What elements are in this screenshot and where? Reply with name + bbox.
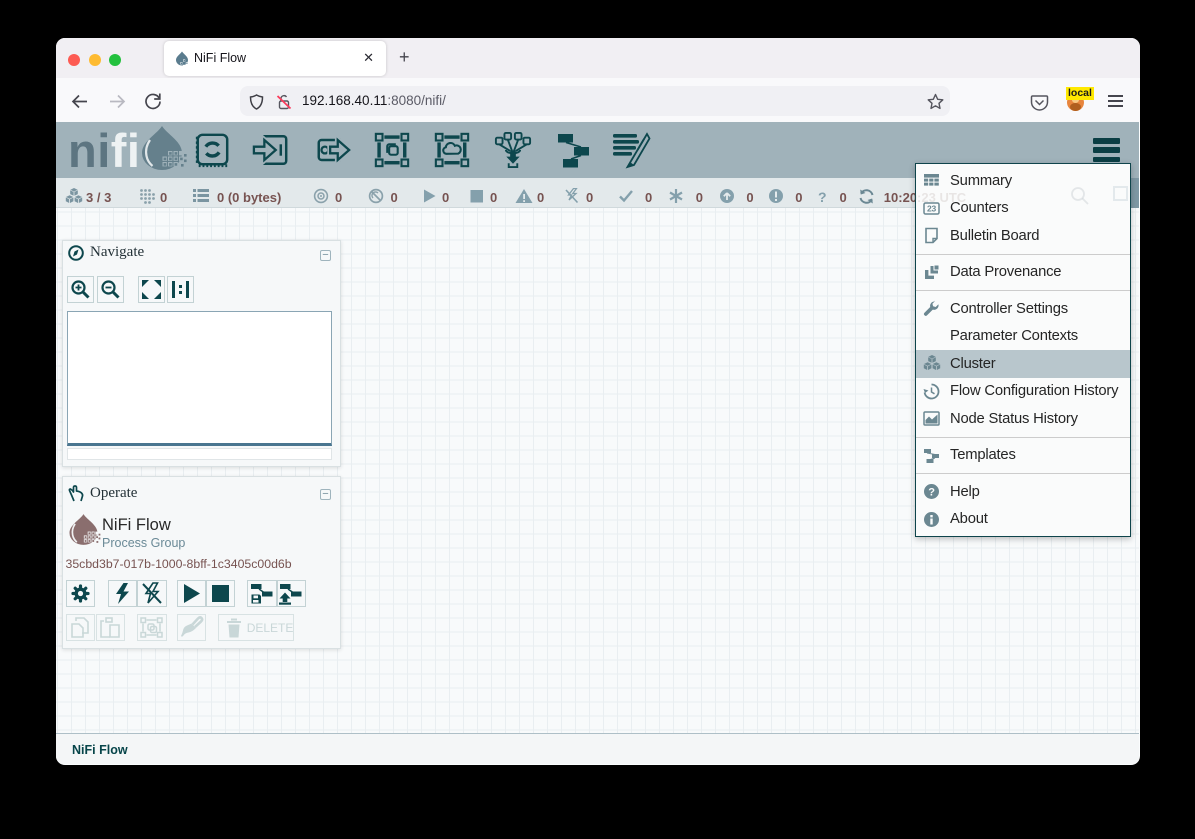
- svg-text:?: ?: [928, 487, 935, 499]
